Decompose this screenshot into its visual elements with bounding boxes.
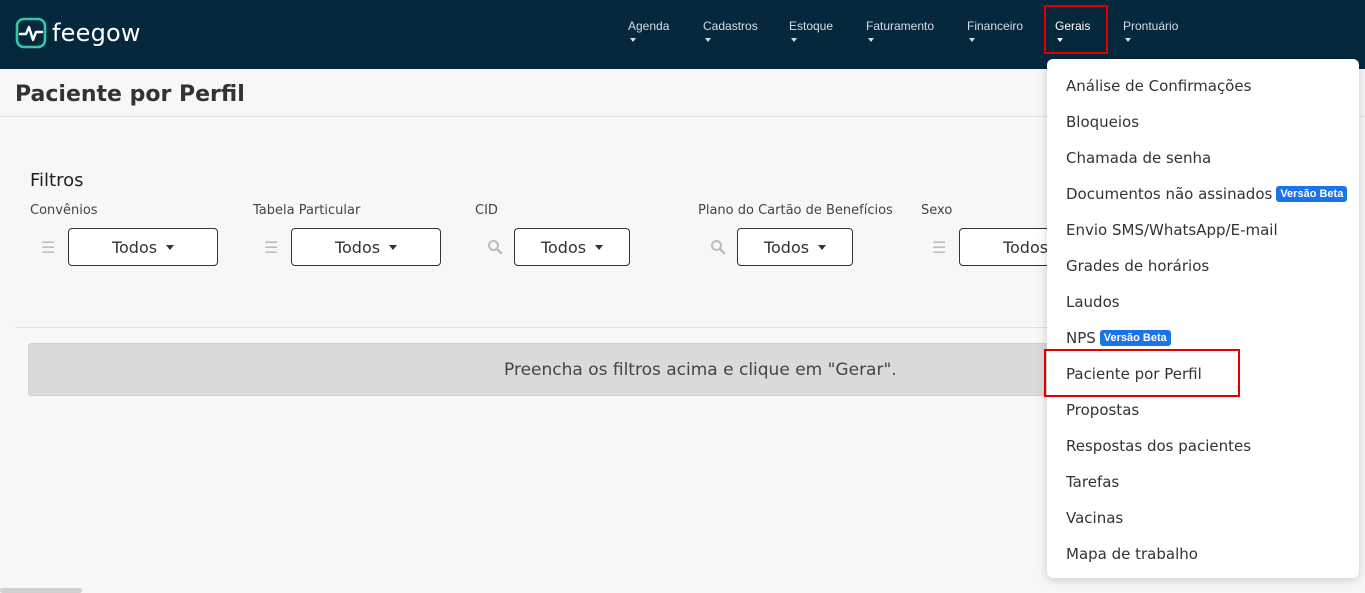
feegow-logo[interactable]: feegow	[15, 17, 141, 49]
filter-plano-cartao-value: Todos	[763, 237, 810, 257]
filter-cid-label: CID	[475, 203, 498, 218]
heartbeat-logo-icon	[15, 17, 47, 49]
gerais-highlight-box	[1044, 5, 1108, 54]
filter-convenios-dropdown[interactable]: Todos	[68, 228, 218, 266]
menu-item-laudos[interactable]: Laudos	[1066, 293, 1120, 311]
page-title: Paciente por Perfil	[15, 82, 245, 107]
menu-item-label: Chamada de senha	[1066, 149, 1212, 167]
menu-item-propostas[interactable]: Propostas	[1066, 401, 1139, 419]
horizontal-scrollbar[interactable]	[0, 588, 82, 593]
menu-item-label: Mapa de trabalho	[1066, 545, 1198, 563]
filter-convenios-label: Convênios	[30, 203, 98, 218]
caret-down-icon	[818, 244, 827, 250]
search-icon	[711, 240, 726, 255]
nav-faturamento-label: Faturamento	[866, 19, 935, 33]
menu-item-label: Propostas	[1066, 401, 1140, 419]
menu-item-grades-horarios[interactable]: Grades de horários	[1066, 257, 1209, 275]
filter-tabela-particular-value: Todos	[334, 237, 381, 257]
menu-item-tarefas[interactable]: Tarefas	[1066, 473, 1119, 491]
nav-prontuario-label: Prontuário	[1123, 19, 1179, 33]
menu-item-mapa-trabalho[interactable]: Mapa de trabalho	[1066, 545, 1198, 563]
menu-item-chamada-senha[interactable]: Chamada de senha	[1066, 149, 1211, 167]
menu-item-label: Envio SMS/WhatsApp/E-mail	[1066, 221, 1278, 239]
beta-badge: Versão Beta	[1099, 330, 1171, 346]
caret-down-icon	[630, 38, 636, 42]
filter-cid-dropdown[interactable]: Todos	[514, 228, 630, 266]
caret-down-icon	[705, 38, 711, 42]
filter-plano-cartao-label: Plano do Cartão de Benefícios	[698, 203, 893, 218]
menu-item-label: Vacinas	[1066, 509, 1124, 527]
caret-down-icon	[389, 244, 398, 250]
menu-item-documentos-nao-assinados[interactable]: Documentos não assinados Versão Beta	[1066, 185, 1348, 203]
paciente-highlight-box	[1044, 349, 1240, 397]
caret-down-icon	[595, 244, 604, 250]
caret-down-icon	[166, 244, 175, 250]
search-icon	[488, 240, 503, 255]
caret-down-icon	[969, 38, 975, 42]
filters-title: Filtros	[30, 170, 84, 191]
gerais-dropdown-menu: Análise de Confirmações Bloqueios Chamad…	[1047, 59, 1359, 578]
nav-financeiro-label: Financeiro	[967, 19, 1024, 33]
caret-down-icon	[1125, 38, 1131, 42]
list-icon: ☰	[264, 240, 279, 257]
list-icon: ☰	[41, 240, 56, 257]
filter-sexo-value: Todos	[1002, 237, 1049, 257]
menu-item-respostas-pacientes[interactable]: Respostas dos pacientes	[1066, 437, 1251, 455]
list-icon: ☰	[932, 240, 947, 257]
beta-badge: Versão Beta	[1276, 186, 1348, 202]
filter-convenios-value: Todos	[111, 237, 158, 257]
nav-estoque-label: Estoque	[789, 19, 834, 33]
menu-item-label: Respostas dos pacientes	[1066, 437, 1252, 455]
menu-item-label: Bloqueios	[1066, 113, 1140, 131]
content-divider	[15, 327, 1055, 328]
menu-item-nps[interactable]: NPS Versão Beta	[1066, 329, 1171, 347]
caret-down-icon	[868, 38, 874, 42]
menu-item-label: Análise de Confirmações	[1066, 77, 1252, 95]
menu-item-vacinas[interactable]: Vacinas	[1066, 509, 1123, 527]
nav-agenda-label: Agenda	[628, 19, 670, 33]
menu-item-label: Documentos não assinados	[1066, 185, 1273, 203]
filter-tabela-particular-dropdown[interactable]: Todos	[291, 228, 441, 266]
notice-text: Preencha os filtros acima e clique em "G…	[504, 360, 897, 380]
caret-down-icon	[791, 38, 797, 42]
menu-item-bloqueios[interactable]: Bloqueios	[1066, 113, 1139, 131]
menu-item-label: Laudos	[1066, 293, 1120, 311]
menu-item-label: NPS	[1066, 329, 1096, 347]
menu-item-envio-sms[interactable]: Envio SMS/WhatsApp/E-mail	[1066, 221, 1278, 239]
menu-item-label: Grades de horários	[1066, 257, 1210, 275]
menu-item-analise-confirmacoes[interactable]: Análise de Confirmações	[1066, 77, 1251, 95]
filter-plano-cartao-dropdown[interactable]: Todos	[737, 228, 853, 266]
nav-cadastros-label: Cadastros	[703, 19, 758, 33]
filter-sexo-label: Sexo	[921, 203, 953, 218]
filter-cid-value: Todos	[540, 237, 587, 257]
menu-item-label: Tarefas	[1066, 473, 1120, 491]
filter-tabela-particular-label: Tabela Particular	[253, 203, 361, 218]
brand-name: feegow	[52, 19, 141, 47]
empty-state-notice: Preencha os filtros acima e clique em "G…	[28, 343, 1058, 396]
